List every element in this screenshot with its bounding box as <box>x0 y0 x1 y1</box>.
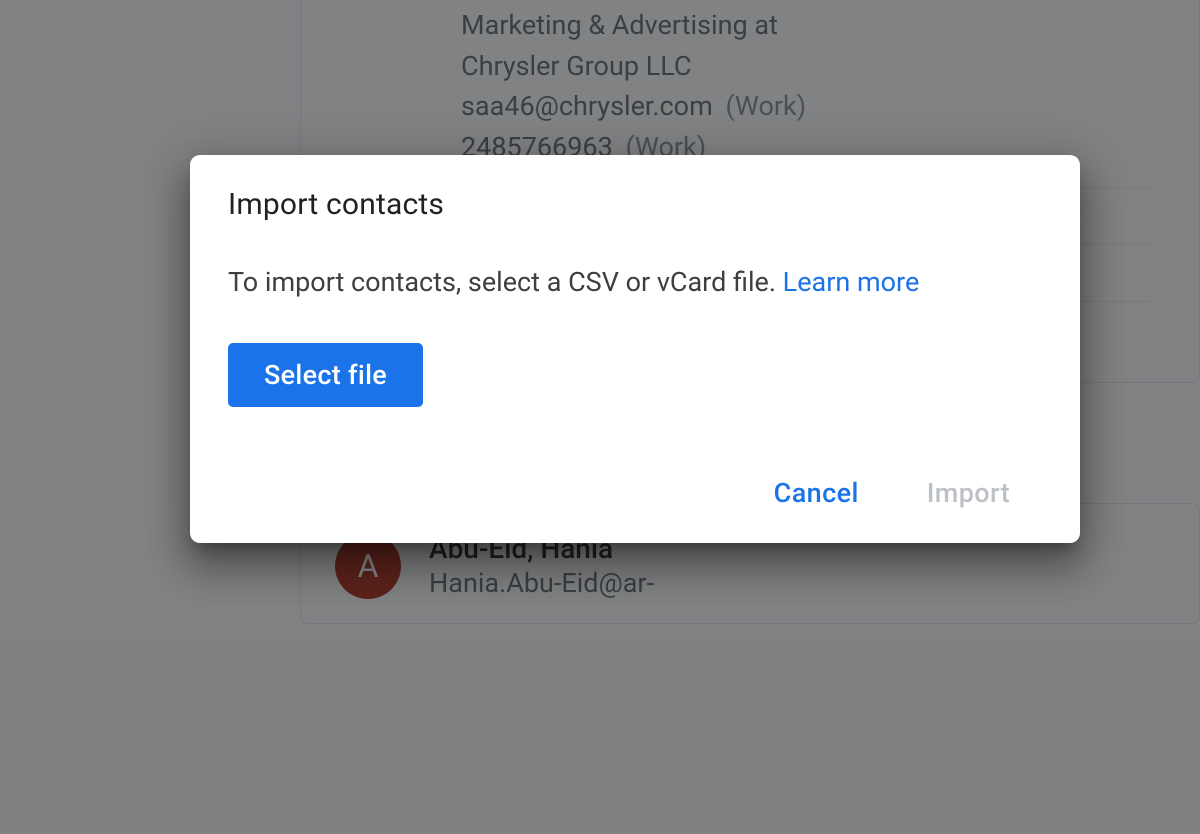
cancel-button[interactable]: Cancel <box>760 467 873 519</box>
select-file-button[interactable]: Select file <box>228 343 423 407</box>
import-button[interactable]: Import <box>913 467 1024 519</box>
dialog-description: To import contacts, select a CSV or vCar… <box>228 262 1048 303</box>
dialog-actions: Cancel Import <box>228 467 1048 519</box>
dialog-body-text: To import contacts, select a CSV or vCar… <box>228 266 776 298</box>
import-contacts-dialog: Import contacts To import contacts, sele… <box>190 155 1080 543</box>
dialog-title: Import contacts <box>228 187 1048 222</box>
learn-more-link[interactable]: Learn more <box>783 266 920 298</box>
